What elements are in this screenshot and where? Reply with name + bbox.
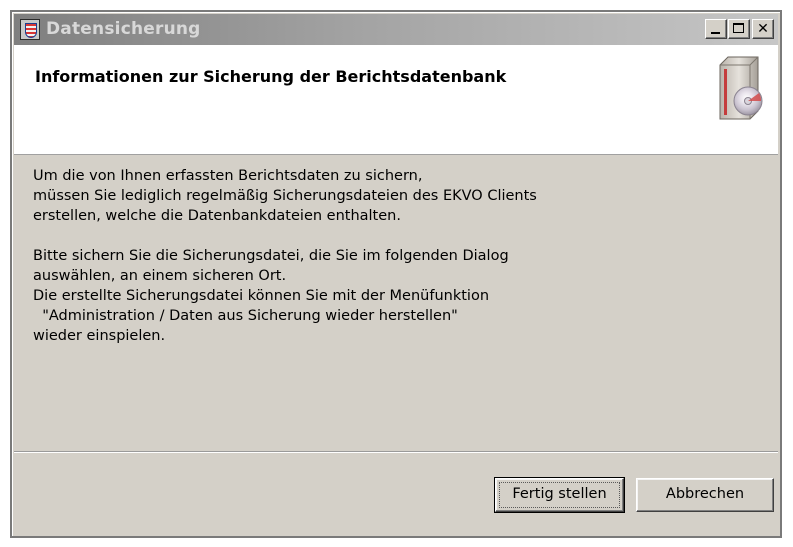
minimize-button[interactable] (705, 19, 727, 39)
header-title: Informationen zur Sicherung der Berichts… (35, 67, 507, 86)
window-title: Datensicherung (46, 19, 201, 39)
close-button[interactable]: ✕ (752, 19, 774, 39)
focus-rect (499, 482, 620, 508)
close-icon: ✕ (757, 21, 769, 37)
info-text: Um die von Ihnen erfassten Berichtsdaten… (33, 166, 753, 346)
title-bar[interactable]: Datensicherung ✕ (14, 14, 778, 45)
cancel-button[interactable]: Abbrechen (636, 478, 774, 512)
info-line: wieder einspielen. (33, 328, 166, 344)
backup-disk-icon (719, 56, 763, 120)
wizard-header: Informationen zur Sicherung der Berichts… (14, 45, 778, 155)
maximize-icon (733, 23, 744, 33)
finish-button[interactable]: Fertig stellen (494, 477, 625, 513)
cancel-button-label: Abbrechen (665, 486, 745, 502)
info-line: auswählen, an einem sicheren Ort. (33, 268, 287, 284)
button-separator (14, 451, 778, 453)
maximize-button[interactable] (728, 19, 750, 39)
info-line: erstellen, welche die Datenbankdateien e… (33, 208, 401, 224)
backup-dialog: Datensicherung ✕ Informationen zur Siche… (10, 10, 782, 538)
info-line: müssen Sie lediglich regelmäßig Sicherun… (33, 188, 537, 204)
info-line: Die erstellte Sicherungsdatei können Sie… (33, 288, 490, 304)
info-line: "Administration / Daten aus Sicherung wi… (33, 308, 458, 324)
info-line: Um die von Ihnen erfassten Berichtsdaten… (33, 168, 423, 184)
minimize-icon (711, 32, 720, 34)
info-line: Bitte sichern Sie die Sicherungsdatei, d… (33, 248, 509, 264)
app-coat-of-arms-icon (20, 19, 40, 40)
